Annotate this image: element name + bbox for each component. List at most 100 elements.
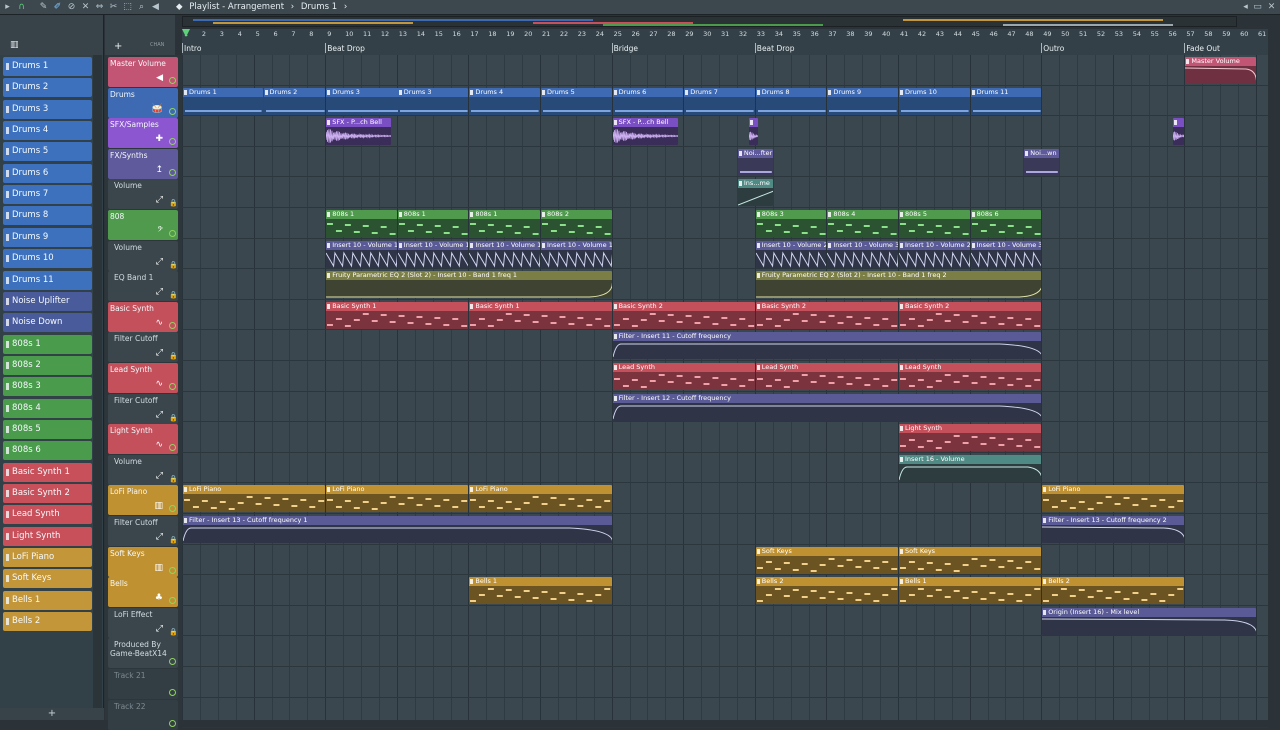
picker-item[interactable]: Basic Synth 2	[3, 484, 92, 503]
magnet-icon[interactable]: ∩	[16, 2, 27, 13]
draw-tool-icon[interactable]: ✎	[38, 2, 49, 13]
picker-item[interactable]: Drums 1	[3, 57, 92, 76]
playlist-clip[interactable]: 808s 3	[755, 210, 827, 237]
picker-item[interactable]: Drums 10	[3, 249, 92, 269]
track-enable-led[interactable]	[169, 658, 176, 666]
picker-item[interactable]: 808s 1	[3, 334, 92, 354]
picker-item[interactable]: 808s 6	[3, 441, 92, 461]
playlist-clip[interactable]: Drums 5	[541, 87, 612, 115]
track-enable-led[interactable]	[169, 168, 176, 176]
section-marker[interactable]: Outro	[1041, 43, 1064, 53]
lock-icon[interactable]: 🔒	[169, 261, 178, 269]
lock-icon[interactable]: 🔒	[169, 291, 178, 299]
picker-item[interactable]: Drums 11	[3, 270, 92, 290]
track-header[interactable]: Track 21	[108, 669, 178, 699]
section-marker[interactable]: Beat Drop	[754, 43, 795, 53]
track-header[interactable]: Drums 🥁	[108, 87, 178, 118]
select-tool-icon[interactable]: ⬚	[122, 2, 133, 13]
timeline-ruler[interactable]: 1 2 3 4 5 6 7 8 9 10 11 12 13 14 15 16 17 18 19 20 21 22 23 24 2…	[181, 29, 1268, 55]
playlist-clip[interactable]: Origin (Insert 16) - Mix level	[1042, 607, 1256, 635]
track-enable-led[interactable]	[169, 107, 176, 115]
menu-icon[interactable]: ◂	[1240, 2, 1251, 13]
playback-tool-icon[interactable]: ◀	[150, 2, 161, 13]
playlist-clip[interactable]: Basic Synth 2	[899, 301, 1042, 329]
arrow-right-icon[interactable]: ▸	[2, 2, 13, 13]
track-header[interactable]: Light Synth ∿	[108, 424, 178, 455]
picker-item[interactable]: Drums 9	[3, 227, 92, 247]
playlist-clip[interactable]: Light Synth	[899, 424, 1042, 452]
picker-item[interactable]: Lead Synth	[3, 505, 92, 525]
playlist-clip[interactable]: Drums 11	[970, 87, 1042, 115]
playlist-clip[interactable]: Drums 7	[684, 87, 755, 115]
playlist-clip[interactable]: Fruity Parametric EQ 2 (Slot 2) - Insert…	[755, 271, 1042, 299]
playlist-clip[interactable]: Bells 1	[899, 577, 1042, 605]
playlist-clip[interactable]: Basic Synth 2	[755, 301, 898, 329]
lock-icon[interactable]: 🔒	[169, 414, 178, 422]
playlist-clip[interactable]: Filter - Insert 11 - Cutoff frequency	[612, 332, 1042, 360]
playlist-clip[interactable]: Basic Synth 1	[326, 301, 469, 329]
playlist-clip[interactable]: LoFi Piano	[1042, 485, 1185, 513]
playlist-clip[interactable]: Lead Synth	[899, 363, 1042, 390]
picker-item[interactable]: Drums 6	[3, 163, 92, 183]
playhead[interactable]	[182, 29, 190, 37]
track-header[interactable]: Filter Cutoff ⤢ 🔒	[108, 332, 178, 363]
playlist-clip[interactable]: Drums 9	[827, 87, 898, 115]
playlist-clip[interactable]: Bells 1	[469, 577, 612, 605]
playlist-clip[interactable]: Drums 4	[469, 87, 540, 115]
playlist-clip[interactable]: Drums 6	[612, 87, 684, 115]
playlist-clip[interactable]: Basic Synth 1	[469, 301, 612, 329]
track-enable-led[interactable]	[169, 321, 176, 329]
playlist-clip[interactable]: Filter - Insert 12 - Cutoff frequency	[612, 393, 1042, 421]
delete-tool-icon[interactable]: ⊘	[66, 2, 77, 13]
track-header[interactable]: Lead Synth ∿	[108, 363, 178, 393]
track-enable-led[interactable]	[169, 230, 176, 237]
track-header[interactable]: Bells ♣	[108, 577, 178, 608]
minimize-icon[interactable]: ▭	[1252, 2, 1263, 13]
slice-tool-icon[interactable]: ✂	[108, 2, 119, 13]
playlist-clip[interactable]	[748, 118, 759, 146]
track-header[interactable]: Volume ⤢ 🔒	[108, 179, 178, 210]
playlist-clip[interactable]: Soft Keys	[899, 546, 1042, 574]
add-track-button[interactable]: +	[114, 41, 122, 52]
playlist-overview[interactable]	[182, 16, 1237, 27]
playlist-clip[interactable]: Insert 10 - Volume 1	[397, 240, 469, 268]
picker-item[interactable]: Soft Keys	[3, 569, 92, 589]
lock-icon[interactable]: 🔒	[169, 475, 178, 483]
section-marker[interactable]: Bridge	[611, 43, 638, 53]
playlist-clip[interactable]: 808s 1	[326, 210, 397, 237]
track-header[interactable]: FX/Synths ↥	[108, 148, 178, 179]
picker-item[interactable]: 808s 2	[3, 355, 92, 375]
playlist-grid[interactable]: Master Volume Drums 1 Drums 2 Drums 3 Drums …	[182, 55, 1268, 729]
mute-tool-icon[interactable]: ✕	[80, 2, 91, 13]
playlist-clip[interactable]: 808s 2	[541, 210, 612, 237]
track-enable-led[interactable]	[169, 689, 176, 696]
zoom-tool-icon[interactable]: ⌕	[136, 2, 147, 13]
playlist-clip[interactable]	[1172, 118, 1185, 146]
track-enable-led[interactable]	[169, 566, 176, 574]
section-marker[interactable]: Fade Out	[1184, 43, 1220, 53]
pattern-name[interactable]: Drums 1	[301, 2, 337, 12]
picker-item[interactable]: 808s 5	[3, 419, 92, 439]
playlist-clip[interactable]: Noi...fter	[737, 148, 773, 176]
picker-item[interactable]: Drums 3	[3, 99, 92, 119]
picker-item[interactable]: Noise Uplifter	[3, 291, 92, 311]
track-enable-led[interactable]	[169, 597, 176, 605]
playlist-clip[interactable]: Drums 3	[326, 87, 406, 115]
playlist-clip[interactable]: Drums 8	[755, 87, 827, 115]
playlist-clip[interactable]: Lead Synth	[755, 363, 898, 390]
track-header[interactable]: EQ Band 1 ⤢ 🔒	[108, 271, 178, 302]
playlist-clip[interactable]: Insert 10 - Volume 1	[541, 240, 612, 268]
playlist-clip[interactable]: Master Volume	[1185, 57, 1256, 84]
playlist-clip[interactable]: SFX - P...ch Bell	[612, 118, 678, 146]
picker-item[interactable]: Drums 7	[3, 185, 92, 205]
picker-item[interactable]: Drums 5	[3, 142, 92, 162]
playlist-clip[interactable]: Bells 2	[1042, 577, 1185, 605]
playlist-clip[interactable]: Insert 10 - Volume 2	[899, 240, 970, 268]
playlist-clip[interactable]: Noi...wn	[1024, 148, 1060, 176]
playlist-clip[interactable]: Fruity Parametric EQ 2 (Slot 2) - Insert…	[326, 271, 612, 299]
playlist-clip[interactable]: 808s 4	[827, 210, 898, 237]
picker-item[interactable]: Bells 1	[3, 590, 92, 610]
playlist-clip[interactable]: Basic Synth 2	[612, 301, 755, 329]
picker-item[interactable]: 808s 4	[3, 398, 92, 418]
playlist-clip[interactable]: Insert 16 - Volume	[899, 454, 1042, 482]
